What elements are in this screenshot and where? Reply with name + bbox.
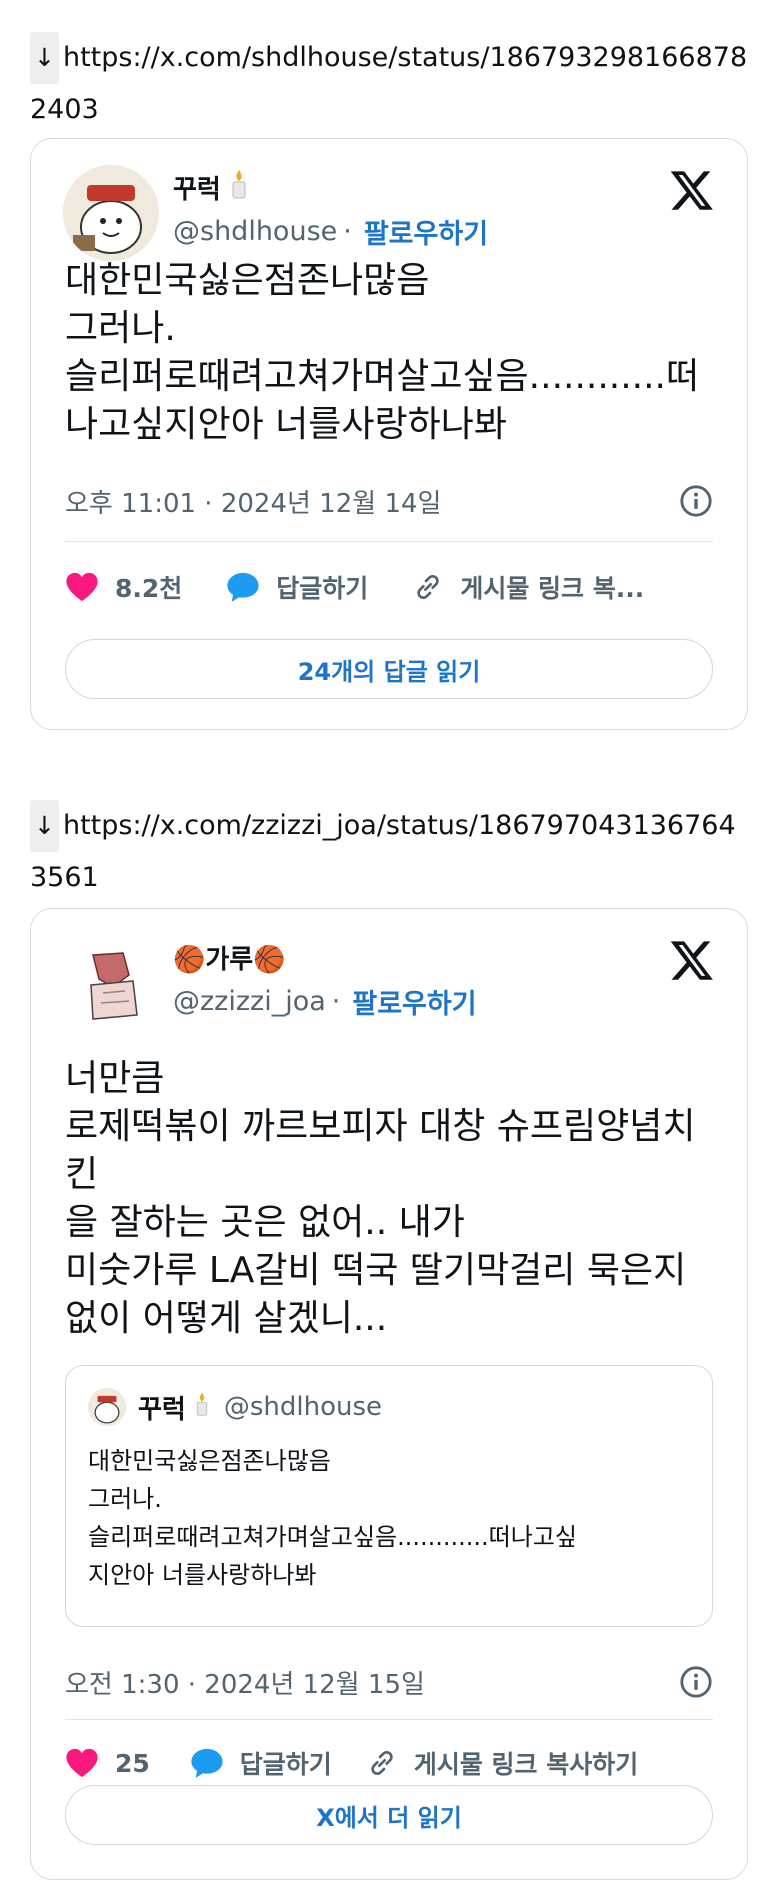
like-button[interactable]: 25 xyxy=(65,1747,150,1779)
reply-label: 답글하기 xyxy=(239,1750,332,1779)
reply-button[interactable]: 답글하기 xyxy=(226,569,368,605)
tweet-embed-card-1: 꾸럭 @shdlhouse · 팔로우하기 대한민국싫은점존나많음 그러나. 슬… xyxy=(30,138,748,730)
tweet-body-line: 없이 어떻게 살겠니... xyxy=(65,1298,388,1339)
tweet-url-line-1[interactable]: ↓ https://x.com/shdlhouse/status/18679329… xyxy=(30,32,750,136)
author-name[interactable]: 꾸럭 xyxy=(173,169,221,206)
quoted-tweet-body: 대한민국싫은점존나많음 그러나. 슬리퍼로때려고쳐가며살고싶음.........… xyxy=(88,1442,577,1594)
info-icon[interactable] xyxy=(679,484,713,518)
tweet-body-line: 킨 xyxy=(65,1154,99,1195)
tweet-body-line: 로제떡볶이 까르보피자 대창 슈프림양념치 xyxy=(65,1106,696,1147)
timestamp-row: 오전 1:30 · 2024년 12월 15일 xyxy=(65,1645,713,1720)
quoted-author-handle: @shdlhouse xyxy=(223,1392,383,1422)
tweet-url-1[interactable]: https://x.com/shdlhouse/status/186793298… xyxy=(30,42,747,125)
handle-row: @shdlhouse · 팔로우하기 xyxy=(173,211,488,251)
author-name-row[interactable]: 🏀가루🏀 xyxy=(173,937,286,977)
heart-icon xyxy=(66,572,98,602)
down-arrow-icon: ↓ xyxy=(30,32,59,84)
avatar[interactable] xyxy=(63,935,159,1031)
quoted-body-line: 대한민국싫은점존나많음 xyxy=(88,1447,331,1475)
copy-link-label: 게시물 링크 복사하기 xyxy=(413,1750,639,1779)
tweet-body-line: 그러나. xyxy=(65,308,176,349)
quoted-tweet-header: 꾸럭 @shdlhouse xyxy=(88,1388,382,1426)
action-bar: 8.2천 답글하기 게시물 링크 복... xyxy=(65,559,713,615)
tweet-body: 너만큼 로제떡볶이 까르보피자 대창 슈프림양념치 킨 을 잘하는 곳은 없어.… xyxy=(65,1055,696,1343)
reply-button[interactable]: 답글하기 xyxy=(190,1745,332,1781)
link-icon xyxy=(371,1750,393,1776)
heart-icon xyxy=(66,1748,98,1778)
tweet-body-line: 너만큼 xyxy=(65,1058,165,1099)
copy-link-button[interactable]: 게시물 링크 복... xyxy=(412,569,644,605)
handle-row: @zzizzi_joa · 팔로우하기 xyxy=(173,981,477,1021)
info-icon[interactable] xyxy=(679,1665,713,1699)
copy-link-label: 게시물 링크 복... xyxy=(460,574,645,603)
separator-dot: · xyxy=(343,215,352,247)
x-logo-icon[interactable] xyxy=(669,167,715,213)
candle-icon xyxy=(194,1390,210,1425)
timestamp-row: 오후 11:01 · 2024년 12월 14일 xyxy=(65,461,713,542)
tweet-body-line: 을 잘하는 곳은 없어.. 내가 xyxy=(65,1202,465,1243)
tweet-body-line: 미숫가루 LA갈비 떡국 딸기막걸리 묵은지 xyxy=(65,1250,687,1291)
tweet-body: 대한민국싫은점존나많음 그러나. 슬리퍼로때려고쳐가며살고싶음.........… xyxy=(65,257,699,449)
reply-bubble-icon xyxy=(191,1748,223,1778)
down-arrow-icon: ↓ xyxy=(30,800,59,852)
read-more-on-x-button[interactable]: X에서 더 읽기 xyxy=(65,1785,713,1845)
tweet-url-line-2[interactable]: ↓ https://x.com/zzizzi_joa/status/1867970… xyxy=(30,800,750,904)
avatar[interactable] xyxy=(63,165,159,261)
like-count: 8.2천 xyxy=(115,574,183,603)
tweet-body-line: 대한민국싫은점존나많음 xyxy=(65,260,430,301)
like-count: 25 xyxy=(115,1748,150,1778)
separator-dot: · xyxy=(331,985,341,1017)
action-bar: 25 답글하기 게시물 링크 복사하기 xyxy=(65,1735,713,1791)
link-icon xyxy=(417,574,440,600)
timestamp[interactable]: 오후 11:01 · 2024년 12월 14일 xyxy=(65,483,441,520)
author-handle[interactable]: @zzizzi_joa xyxy=(173,986,326,1017)
quoted-tweet[interactable]: 꾸럭 @shdlhouse 대한민국싫은점존나많음 그러나. 슬리퍼로때려고쳐가… xyxy=(65,1365,713,1627)
tweet-body-line: 나고싶지안아 너를사랑하나봐 xyxy=(65,404,508,445)
avatar xyxy=(88,1388,126,1426)
quoted-author-name: 꾸럭 xyxy=(138,1394,186,1425)
tweet-body-line: 슬리퍼로때려고쳐가며살고싶음............떠 xyxy=(65,356,700,397)
copy-link-button[interactable]: 게시물 링크 복사하기 xyxy=(366,1745,638,1781)
author-name-row[interactable]: 꾸럭 xyxy=(173,167,249,207)
like-button[interactable]: 8.2천 xyxy=(65,569,182,605)
read-replies-button[interactable]: 24개의 답글 읽기 xyxy=(65,639,713,699)
reply-bubble-icon xyxy=(227,572,259,602)
tweet-embed-card-2: 🏀가루🏀 @zzizzi_joa · 팔로우하기 너만큼 로제떡볶이 까르보피자… xyxy=(30,908,748,1880)
follow-button[interactable]: 팔로우하기 xyxy=(352,982,476,1021)
follow-button[interactable]: 팔로우하기 xyxy=(364,212,488,251)
quoted-body-line: 지안아 너를사랑하나봐 xyxy=(88,1561,317,1589)
candle-icon xyxy=(229,168,249,207)
quoted-body-line: 슬리퍼로때려고쳐가며살고싶음............떠나고싶 xyxy=(88,1523,577,1551)
author-name[interactable]: 🏀가루🏀 xyxy=(173,939,286,976)
quoted-body-line: 그러나. xyxy=(88,1485,162,1513)
x-logo-icon[interactable] xyxy=(669,937,715,983)
timestamp[interactable]: 오전 1:30 · 2024년 12월 15일 xyxy=(65,1664,425,1701)
author-handle[interactable]: @shdlhouse xyxy=(173,216,337,247)
tweet-url-2[interactable]: https://x.com/zzizzi_joa/status/18679704… xyxy=(30,810,736,893)
reply-label: 답글하기 xyxy=(276,574,369,603)
